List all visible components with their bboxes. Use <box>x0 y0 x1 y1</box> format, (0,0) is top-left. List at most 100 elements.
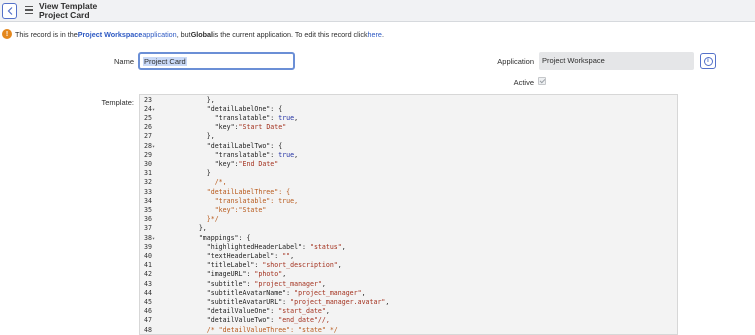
code-text: "translatable": true, <box>175 197 298 206</box>
code-line[interactable]: 24▾ "detailLabelOne": { <box>140 105 677 114</box>
notice-app-word[interactable]: application <box>142 30 176 39</box>
code-text: "subtitleAvatarName": "project_manager", <box>175 289 366 298</box>
code-token: }*/ <box>175 215 219 224</box>
code-token: "mappings": { <box>175 233 251 242</box>
code-text: "key":"End Date" <box>175 159 279 169</box>
code-text: "mappings": { <box>175 233 251 243</box>
code-token: "detailLabelThree": { <box>175 187 291 196</box>
active-checkbox[interactable] <box>538 77 546 85</box>
code-token: , <box>341 242 346 251</box>
code-text: "detailValueTwo": "end_date"//, <box>175 316 330 325</box>
code-text: }, <box>175 96 215 105</box>
info-button[interactable]: i <box>700 53 716 69</box>
line-number: 35 <box>144 205 152 214</box>
code-line[interactable]: 36 }*/ <box>140 215 677 224</box>
notice-global: Global <box>190 29 214 39</box>
code-token: , <box>290 251 295 260</box>
code-token: /* "detailValueThree": "state" */ <box>175 325 338 334</box>
code-line[interactable]: 48 /* "detailValueThree": "state" */ <box>140 326 677 335</box>
code-token: , <box>337 261 342 270</box>
code-line[interactable]: 40 "textHeaderLabel": "", <box>140 252 677 261</box>
code-line[interactable]: 43 "subtitle": "project_manager", <box>140 280 677 289</box>
template-code-editor[interactable]: 23 }, 24▾ "detailLabelOne": {25 "translat… <box>139 94 678 335</box>
header-subtitle: Project Card <box>39 10 90 20</box>
code-token: }, <box>175 132 215 141</box>
line-number: 31 <box>144 169 152 178</box>
code-token: "translatable": <box>175 150 279 159</box>
fold-arrow-icon[interactable]: ▾ <box>152 144 155 150</box>
code-line[interactable]: 44 "subtitleAvatarName": "project_manage… <box>140 289 677 298</box>
code-token: "detailValueTwo": <box>175 316 279 325</box>
code-token: } <box>175 169 211 178</box>
code-token: "subtitleAvatarURL": <box>175 297 291 306</box>
line-number: 39 <box>144 242 152 251</box>
code-token: "photo" <box>254 270 283 279</box>
code-token: "end_date"//, <box>278 316 330 325</box>
code-line[interactable]: 38▾ "mappings": { <box>140 234 677 243</box>
fold-arrow-icon[interactable]: ▾ <box>152 107 155 113</box>
code-token: true <box>278 113 295 122</box>
code-line[interactable]: 26 "key":"Start Date" <box>140 123 677 132</box>
line-number: 43 <box>144 279 152 288</box>
code-text: }, <box>175 224 207 233</box>
code-line[interactable]: 42 "imageURL": "photo", <box>140 270 677 279</box>
notice-here-link[interactable]: here <box>368 30 382 39</box>
code-text: "detailLabelTwo": { <box>175 142 282 151</box>
code-line[interactable]: 35 "key":"State" <box>140 206 677 215</box>
code-line[interactable]: 39 "highlightedHeaderLabel": "status", <box>140 243 677 252</box>
code-line[interactable]: 46 "detailValueOne": "start_date", <box>140 307 677 316</box>
code-token: "Start Date" <box>238 123 287 132</box>
info-icon: i <box>703 56 713 66</box>
code-token: , <box>321 279 326 288</box>
code-line[interactable]: 32 /*, <box>140 178 677 187</box>
code-line[interactable]: 23 }, <box>140 96 677 105</box>
code-token: "translatable": true, <box>175 196 299 205</box>
line-number: 41 <box>144 261 152 270</box>
code-line[interactable]: 41 "titleLabel": "short_description", <box>140 261 677 270</box>
application-label: Application <box>497 57 534 66</box>
code-text: "highlightedHeaderLabel": "status", <box>175 243 346 252</box>
code-line[interactable]: 27 }, <box>140 132 677 141</box>
code-line[interactable]: 29 "translatable": true, <box>140 151 677 160</box>
template-label: Template: <box>101 98 134 107</box>
code-line[interactable]: 28▾ "detailLabelTwo": { <box>140 142 677 151</box>
line-number: 44 <box>144 288 152 297</box>
code-text: "detailLabelOne": { <box>175 105 282 114</box>
code-text: }, <box>175 132 215 141</box>
record-notice: ! This record is in the Project Workspac… <box>0 27 384 41</box>
code-line[interactable]: 33 "detailLabelThree": { <box>140 188 677 197</box>
line-number: 47 <box>144 316 152 325</box>
code-token: "End Date" <box>238 159 279 168</box>
notice-app-link[interactable]: Project Workspace <box>78 30 143 39</box>
application-field[interactable]: Project Workspace <box>539 52 694 70</box>
code-token: "imageURL": <box>175 270 255 279</box>
code-token: "subtitle": <box>175 279 255 288</box>
code-token: "highlightedHeaderLabel": <box>175 242 310 251</box>
back-button[interactable] <box>2 3 17 19</box>
code-token: , <box>385 297 390 306</box>
line-number: 23 <box>144 95 152 104</box>
code-line[interactable]: 30 "key":"End Date" <box>140 160 677 169</box>
code-line[interactable]: 37 }, <box>140 224 677 233</box>
code-line[interactable]: 47 "detailValueTwo": "end_date"//, <box>140 316 677 325</box>
code-line[interactable]: 34 "translatable": true, <box>140 197 677 206</box>
fold-arrow-icon[interactable]: ▾ <box>152 236 155 242</box>
code-line[interactable]: 31 } <box>140 169 677 178</box>
code-text: "translatable": true, <box>175 151 298 160</box>
code-token: , <box>294 150 299 159</box>
hamburger-menu-icon[interactable] <box>25 6 33 14</box>
code-line[interactable]: 25 "translatable": true, <box>140 114 677 123</box>
code-text: /* "detailValueThree": "state" */ <box>175 326 338 335</box>
name-value: Project Card <box>143 57 187 66</box>
code-text: "detailLabelThree": { <box>175 188 290 197</box>
line-number: 34 <box>144 196 152 205</box>
line-number: 48 <box>144 325 152 334</box>
code-text: /*, <box>175 178 227 187</box>
name-field[interactable]: Project Card <box>138 52 295 70</box>
code-token: "status" <box>309 242 342 251</box>
code-text: "textHeaderLabel": "", <box>175 252 294 261</box>
code-token: "translatable": <box>175 113 279 122</box>
line-number: 42 <box>144 270 152 279</box>
code-line[interactable]: 45 "subtitleAvatarURL": "project_manager… <box>140 298 677 307</box>
notice-suffix: is the current application. To edit this… <box>213 29 368 39</box>
